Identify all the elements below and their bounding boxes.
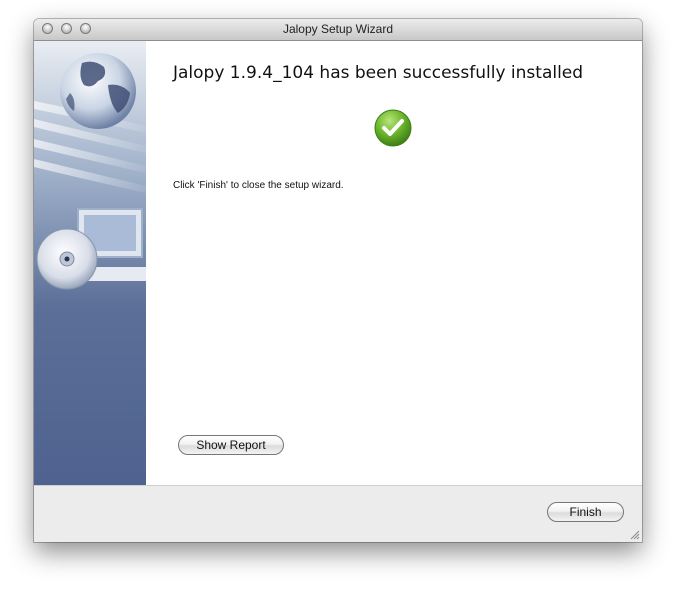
resize-grip-icon[interactable] [630,530,640,540]
globe-icon [60,53,136,129]
cd-disc-icon [36,228,98,290]
show-report-button[interactable]: Show Report [178,435,284,455]
sidebar-banner [34,41,146,485]
instruction-text: Click 'Finish' to close the setup wizard… [173,180,344,191]
setup-wizard-window: Jalopy Setup Wizard Jalopy 1.9.4_104 has… [34,19,642,542]
wizard-content: Jalopy 1.9.4_104 has been successfully i… [146,41,642,485]
finish-button[interactable]: Finish [547,502,624,522]
window-title: Jalopy Setup Wizard [282,22,394,36]
page-title: Jalopy 1.9.4_104 has been successfully i… [173,63,584,83]
button-bar: Finish [34,485,642,542]
check-icon [374,109,412,147]
sidebar-artwork [34,53,146,290]
title-bar[interactable]: Jalopy Setup Wizard [34,19,642,41]
